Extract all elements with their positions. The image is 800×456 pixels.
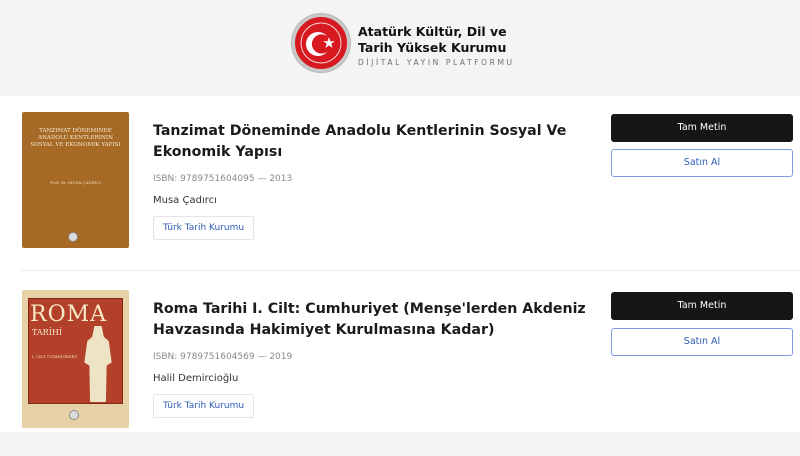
site-header: Atatürk Kültür, Dil ve Tarih Yüksek Kuru… bbox=[0, 0, 800, 96]
book-isbn-year: ISBN: 9789751604569 — 2019 bbox=[153, 352, 293, 362]
full-text-button[interactable]: Tam Metin bbox=[611, 292, 793, 320]
publisher-seal-icon bbox=[68, 232, 78, 242]
book-title[interactable]: Tanzimat Döneminde Anadolu Kentlerinin S… bbox=[153, 121, 593, 163]
book-author: Musa Çadırcı bbox=[153, 195, 217, 206]
book-cover[interactable]: TANZIMAT DÖNEMINDE ANADOLU KENTLERININ S… bbox=[22, 112, 129, 248]
publisher-tag[interactable]: Türk Tarih Kurumu bbox=[153, 216, 255, 240]
buy-button[interactable]: Satın Al bbox=[611, 328, 793, 356]
publisher-tag[interactable]: Türk Tarih Kurumu bbox=[153, 394, 255, 418]
platform-subtitle: DİJİTAL YAYIN PLATFORMU bbox=[358, 58, 515, 67]
cover-title: ROMA bbox=[30, 302, 108, 327]
cover-title: TANZIMAT DÖNEMINDE ANADOLU KENTLERININ S… bbox=[30, 128, 121, 148]
institution-logo[interactable] bbox=[292, 14, 350, 72]
publisher-seal-icon bbox=[69, 410, 79, 420]
institution-name: Atatürk Kültür, Dil ve Tarih Yüksek Kuru… bbox=[358, 24, 507, 55]
cover-author: Prof. Dr. MUSA ÇADIRCI bbox=[50, 180, 101, 185]
book-card: TANZIMAT DÖNEMINDE ANADOLU KENTLERININ S… bbox=[0, 96, 800, 271]
book-card: ROMA TARİHİ I. CILT CUMHURIYET Roma Tari… bbox=[0, 272, 800, 444]
book-list: TANZIMAT DÖNEMINDE ANADOLU KENTLERININ S… bbox=[0, 96, 800, 432]
crescent-star-icon bbox=[300, 22, 342, 64]
card-divider bbox=[20, 270, 800, 271]
book-author: Halil Demircioğlu bbox=[153, 373, 239, 384]
book-isbn-year: ISBN: 9789751604095 — 2013 bbox=[153, 174, 293, 184]
book-title[interactable]: Roma Tarihi I. Cilt: Cumhuriyet (Menşe'l… bbox=[153, 299, 593, 341]
buy-button[interactable]: Satın Al bbox=[611, 149, 793, 177]
book-cover[interactable]: ROMA TARİHİ I. CILT CUMHURIYET bbox=[22, 290, 129, 428]
cover-note: I. CILT CUMHURIYET bbox=[32, 354, 78, 359]
cover-subtitle: TARİHİ bbox=[32, 328, 62, 337]
full-text-button[interactable]: Tam Metin bbox=[611, 114, 793, 142]
